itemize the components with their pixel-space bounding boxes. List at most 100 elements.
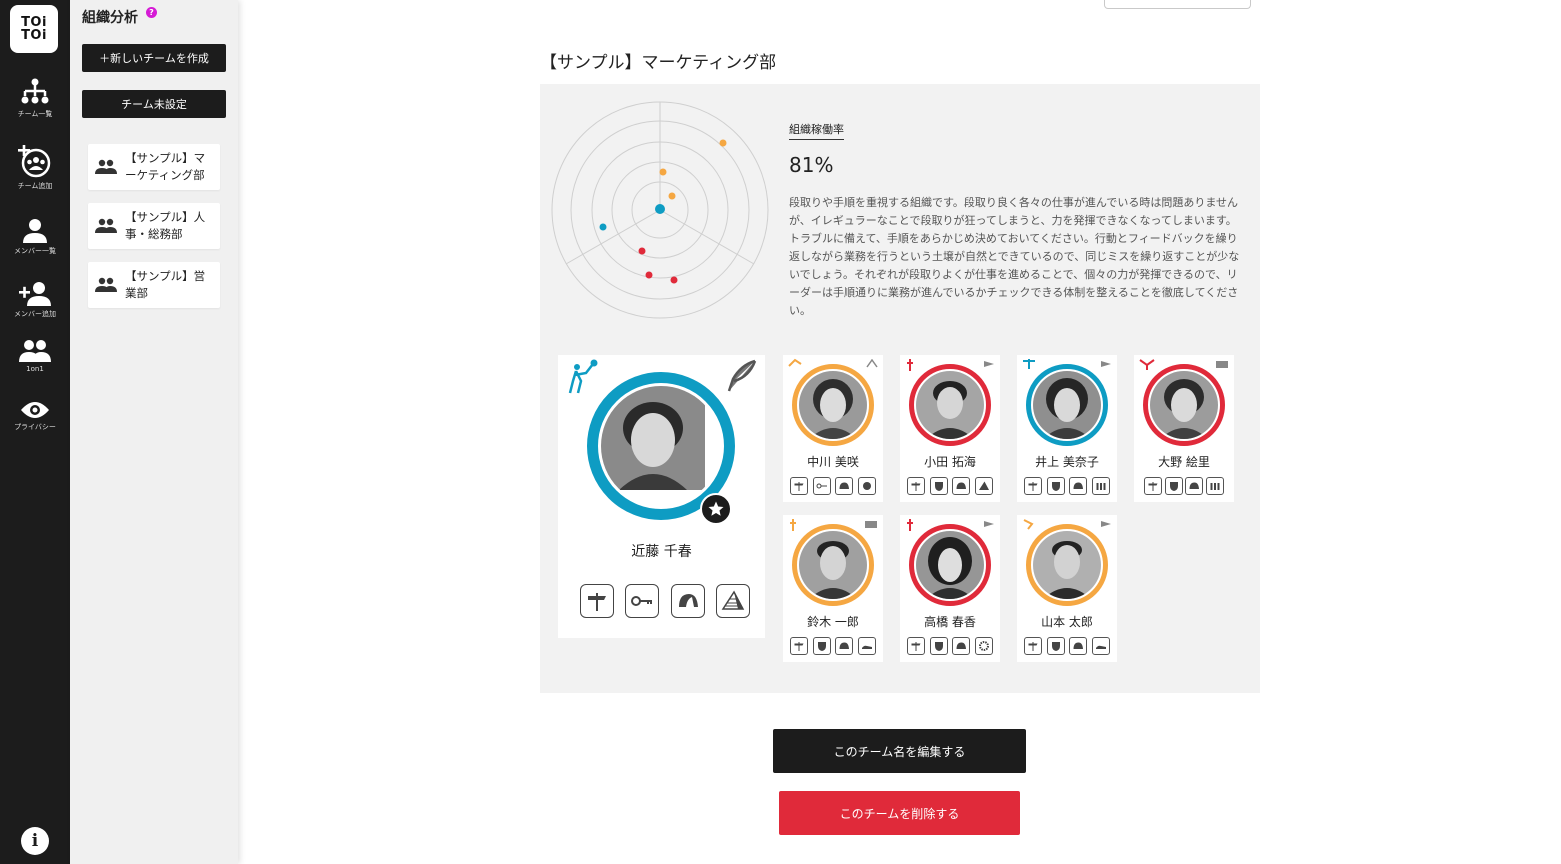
rail-item-team-list[interactable]: チーム一覧 xyxy=(0,77,70,119)
type-badge-icon xyxy=(1139,359,1155,370)
pyramid-icon xyxy=(974,477,993,495)
radar-point xyxy=(659,168,667,176)
logo-text-bottom: TOi xyxy=(21,28,47,43)
avatar-photo xyxy=(916,371,984,439)
sidebar-team-item[interactable]: 【サンプル】マーケティング部 xyxy=(88,144,220,190)
member-skill-icons xyxy=(907,477,993,495)
dome-icon xyxy=(1069,477,1088,495)
leader-card[interactable]: 近藤 千春 xyxy=(558,355,765,638)
rail-item-privacy[interactable]: プライバシー xyxy=(0,400,70,432)
rail-label: メンバー追加 xyxy=(14,310,56,318)
member-card[interactable]: 井上 美奈子 xyxy=(1017,355,1117,502)
nav-rail: TOi TOi チーム一覧 チーム追加 メンバー一覧 メンバー追加 1on1 プ… xyxy=(0,0,70,864)
shield-icon xyxy=(929,477,948,495)
dome-icon xyxy=(670,584,705,618)
group-icon xyxy=(95,218,117,233)
app-logo[interactable]: TOi TOi xyxy=(10,5,58,53)
top-select[interactable] xyxy=(1104,0,1251,9)
member-skill-icons xyxy=(790,477,876,495)
team-radar-chart xyxy=(551,101,769,319)
group-icon xyxy=(1091,477,1110,495)
member-name: 小田 拓海 xyxy=(924,455,976,469)
signpost-icon xyxy=(580,584,614,618)
member-card[interactable]: 鈴木 一郎 xyxy=(783,515,883,662)
member-card[interactable]: 小田 拓海 xyxy=(900,355,1000,502)
avatar-photo xyxy=(799,531,867,599)
leader-star-icon xyxy=(700,493,732,525)
sidebar-title: 組織分析 xyxy=(82,10,138,26)
dome-icon xyxy=(952,477,971,495)
avatar-photo xyxy=(1150,371,1218,439)
rail-item-add-team[interactable]: チーム追加 xyxy=(0,145,70,191)
signpost-icon xyxy=(1024,477,1042,495)
cards-icon xyxy=(865,521,877,528)
type-badge-icon xyxy=(907,359,913,371)
flag-icon xyxy=(1101,521,1111,527)
rail-item-1on1[interactable]: 1on1 xyxy=(0,339,70,373)
rail-item-add-member[interactable]: メンバー追加 xyxy=(0,281,70,319)
rail-label: チーム追加 xyxy=(17,182,53,190)
member-avatar xyxy=(909,524,991,606)
signpost-icon xyxy=(790,477,808,495)
avatar-photo xyxy=(1033,531,1101,599)
delete-team-button[interactable]: このチームを削除する xyxy=(779,791,1020,835)
type-badge-icon xyxy=(568,359,598,394)
dome-icon xyxy=(1185,477,1204,495)
feather-icon xyxy=(727,359,757,392)
shield-icon xyxy=(929,637,948,655)
member-card[interactable]: 大野 絵里 xyxy=(1134,355,1234,502)
help-icon[interactable]: ? xyxy=(146,7,157,18)
people-icon xyxy=(19,340,51,362)
leader-skill-icons xyxy=(580,584,750,618)
signpost-icon xyxy=(907,637,925,655)
member-avatar xyxy=(792,364,874,446)
signpost-icon xyxy=(1024,637,1042,655)
gear-icon xyxy=(974,637,993,655)
rail-item-member-list[interactable]: メンバー一覧 xyxy=(0,218,70,256)
dome-icon xyxy=(1069,637,1088,655)
member-name: 高橋 春香 xyxy=(924,615,976,629)
dome-icon xyxy=(835,637,854,655)
member-skill-icons xyxy=(790,637,876,655)
member-skill-icons xyxy=(907,637,993,655)
page-title: 【サンプル】マーケティング部 xyxy=(540,53,777,73)
sidebar-team-item[interactable]: 【サンプル】営業部 xyxy=(88,262,220,308)
org-chart-icon xyxy=(21,78,49,104)
type-badge-icon xyxy=(790,519,796,531)
group-icon xyxy=(95,159,117,174)
shield-icon xyxy=(1046,637,1065,655)
info-icon[interactable]: i xyxy=(21,827,49,855)
member-name: 鈴木 一郎 xyxy=(807,615,859,629)
group-icon xyxy=(1205,477,1224,495)
sidebar-team-label: 【サンプル】人事・総務部 xyxy=(125,210,206,241)
member-name: 大野 絵里 xyxy=(1158,455,1210,469)
shoe-icon xyxy=(1091,637,1110,655)
member-skill-icons xyxy=(1024,477,1110,495)
radar-point xyxy=(645,271,653,279)
member-card[interactable]: 山本 太郎 xyxy=(1017,515,1117,662)
member-avatar xyxy=(1026,524,1108,606)
sidebar-team-label: 【サンプル】マーケティング部 xyxy=(125,151,206,182)
add-team-icon xyxy=(18,145,51,178)
key-icon xyxy=(625,584,660,618)
member-card[interactable]: 中川 美咲 xyxy=(783,355,883,502)
new-team-button[interactable]: ＋新しいチームを作成 xyxy=(82,44,226,72)
shield-icon xyxy=(1164,477,1183,495)
signpost-icon xyxy=(790,637,808,655)
member-avatar xyxy=(1143,364,1225,446)
team-description: 段取りや手順を重視する組織です。段取り良く各々の仕事が進んでいる時は問題ありませ… xyxy=(789,196,1240,317)
member-card[interactable]: 高橋 春香 xyxy=(900,515,1000,662)
radar-center xyxy=(655,204,665,214)
flag-icon xyxy=(1101,361,1111,367)
type-badge-icon xyxy=(1023,359,1035,369)
sidebar-team-item[interactable]: 【サンプル】人事・総務部 xyxy=(88,203,220,249)
group-icon xyxy=(95,277,117,292)
team-analysis-panel: 組織稼働率 81% 段取りや手順を重視する組織です。段取り良く各々の仕事が進んで… xyxy=(540,84,1260,693)
member-skill-icons xyxy=(1024,637,1110,655)
shield-icon xyxy=(1046,477,1065,495)
rail-label: 1on1 xyxy=(26,365,44,373)
edit-team-name-button[interactable]: このチーム名を編集する xyxy=(773,729,1026,773)
member-avatar xyxy=(909,364,991,446)
unassigned-team-button[interactable]: チーム未設定 xyxy=(82,90,226,118)
radar-point xyxy=(668,192,676,200)
